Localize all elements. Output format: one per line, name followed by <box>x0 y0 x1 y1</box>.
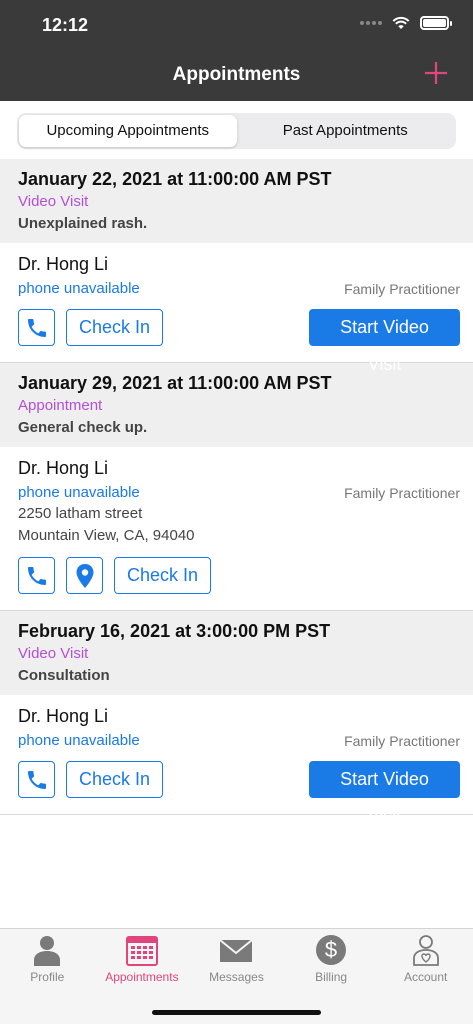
address-line-2: Mountain View, CA, 94040 <box>18 527 195 544</box>
battery-icon <box>420 16 452 30</box>
status-time: 12:12 <box>42 15 89 35</box>
tab-label: Messages <box>209 970 264 984</box>
call-button[interactable] <box>18 309 55 346</box>
doctor-specialty: Family Practitioner <box>344 485 460 501</box>
tab-profile[interactable]: Profile <box>0 929 95 1024</box>
cellular-signal-icon <box>360 21 382 25</box>
check-in-button[interactable]: Check In <box>66 309 164 346</box>
appointment-header: January 22, 2021 at 11:00:00 AM PST Vide… <box>0 159 473 243</box>
directions-button[interactable] <box>66 557 103 594</box>
check-in-button[interactable]: Check In <box>66 761 164 798</box>
account-icon <box>412 935 439 966</box>
envelope-icon <box>219 939 254 962</box>
doctor-name: Dr. Hong Li <box>18 458 109 478</box>
start-video-visit-button[interactable]: Start Video Visit <box>309 761 460 826</box>
calendar-icon <box>125 936 158 966</box>
appointment-type: Appointment <box>18 397 103 414</box>
phone-status: phone unavailable <box>18 732 140 749</box>
appointment-body: Dr. Hong Li phone unavailable Family Pra… <box>0 695 473 826</box>
home-indicator <box>152 1010 321 1015</box>
tab-past-appointments[interactable]: Past Appointments <box>237 115 455 147</box>
doctor-name: Dr. Hong Li <box>18 254 109 274</box>
page-title: Appointments <box>172 64 301 85</box>
tab-label: Appointments <box>105 970 179 984</box>
address-line-1: 2250 latham street <box>18 505 143 522</box>
doctor-specialty: Family Practitioner <box>344 733 460 749</box>
phone-icon <box>27 566 46 585</box>
appointment-card: January 29, 2021 at 11:00:00 AM PST Appo… <box>0 363 473 611</box>
tab-upcoming-appointments[interactable]: Upcoming Appointments <box>19 115 237 147</box>
call-button[interactable] <box>18 557 55 594</box>
start-video-visit-button[interactable]: Start Video Visit <box>309 309 460 374</box>
doctor-name: Dr. Hong Li <box>18 706 109 726</box>
dollar-icon: $ <box>316 935 347 965</box>
person-icon <box>34 936 61 966</box>
plus-icon <box>425 62 447 84</box>
phone-icon <box>27 770 46 789</box>
doctor-specialty: Family Practitioner <box>344 281 460 297</box>
appointment-body: Dr. Hong Li phone unavailable Family Pra… <box>0 243 473 374</box>
appointment-reason: Consultation <box>18 667 110 684</box>
appointment-date: February 16, 2021 at 3:00:00 PM PST <box>18 621 331 641</box>
phone-status: phone unavailable <box>18 280 140 297</box>
appointment-reason: General check up. <box>18 419 148 436</box>
segment-container: Upcoming Appointments Past Appointments <box>0 101 473 159</box>
tab-label: Account <box>403 970 448 984</box>
status-bar: 12:12 <box>0 0 473 54</box>
appointment-type: Video Visit <box>18 193 89 210</box>
location-pin-icon <box>76 563 93 588</box>
check-in-button[interactable]: Check In <box>114 557 212 594</box>
add-appointment-button[interactable] <box>419 56 453 90</box>
tab-account[interactable]: Account <box>378 929 473 1024</box>
tab-label: Profile <box>30 970 65 984</box>
call-button[interactable] <box>18 761 55 798</box>
svg-text:$: $ <box>325 937 337 962</box>
appointments-segmented-control: Upcoming Appointments Past Appointments <box>17 113 456 149</box>
wifi-icon <box>392 16 410 29</box>
phone-icon <box>27 318 46 337</box>
status-icons <box>360 16 452 30</box>
appointment-type: Video Visit <box>18 645 89 662</box>
appointment-card: February 16, 2021 at 3:00:00 PM PST Vide… <box>0 611 473 826</box>
phone-status: phone unavailable <box>18 484 140 501</box>
tab-label: Billing <box>315 970 348 984</box>
nav-bar: Appointments <box>0 54 473 101</box>
appointment-header: February 16, 2021 at 3:00:00 PM PST Vide… <box>0 611 473 695</box>
appointment-header: January 29, 2021 at 11:00:00 AM PST Appo… <box>0 363 473 447</box>
appointment-card: January 22, 2021 at 11:00:00 AM PST Vide… <box>0 159 473 374</box>
appointment-date: January 22, 2021 at 11:00:00 AM PST <box>18 169 332 189</box>
appointment-body: Dr. Hong Li phone unavailable Family Pra… <box>0 447 473 611</box>
appointment-reason: Unexplained rash. <box>18 215 148 232</box>
